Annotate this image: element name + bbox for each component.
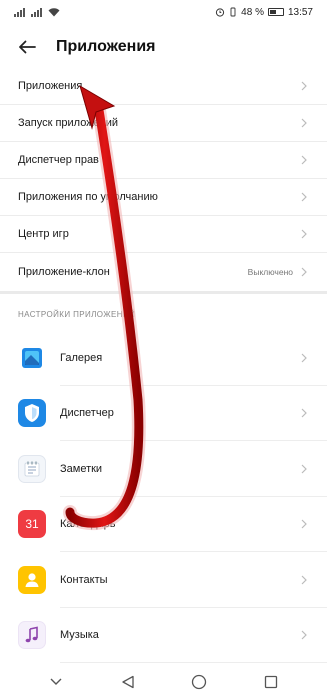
nav-home-button[interactable] <box>189 672 209 692</box>
app-row-calendar[interactable]: 31 Календарь <box>0 497 327 553</box>
nav-back-button[interactable] <box>118 672 138 692</box>
nav-recents-button[interactable] <box>261 672 281 692</box>
music-icon <box>18 621 46 650</box>
app-row-contacts[interactable]: Контакты <box>0 552 327 608</box>
apps-list: Галерея Диспетчер Заметки 31 Календарь К… <box>0 330 327 663</box>
status-right: 48 % 13:57 <box>215 7 313 18</box>
app-row-music[interactable]: Музыка <box>0 608 327 664</box>
app-label: Календарь <box>60 518 116 531</box>
settings-list: Приложения Запуск приложений Диспетчер п… <box>0 68 327 290</box>
app-label: Музыка <box>60 629 99 642</box>
gallery-icon <box>18 343 46 372</box>
square-recents-icon <box>264 675 278 689</box>
app-row-gallery[interactable]: Галерея <box>0 330 327 386</box>
row-label: Приложения по умолчанию <box>18 191 158 203</box>
chevron-right-icon <box>299 155 309 165</box>
chevron-right-icon <box>299 229 309 239</box>
triangle-back-icon <box>121 675 134 689</box>
chevron-right-icon <box>299 519 309 529</box>
calendar-icon: 31 <box>18 510 46 539</box>
shield-icon <box>18 399 46 428</box>
section-divider <box>0 291 327 294</box>
app-label: Галерея <box>60 351 103 364</box>
vibrate-icon <box>230 7 236 17</box>
chevron-right-icon <box>299 192 309 202</box>
settings-row-app-twin[interactable]: Приложение-клон Выключено <box>0 253 327 290</box>
hide-nav-button[interactable] <box>46 672 66 692</box>
app-label: Контакты <box>60 573 108 586</box>
settings-row-game-center[interactable]: Центр игр <box>0 216 327 253</box>
chevron-right-icon <box>299 81 309 91</box>
chevron-down-icon <box>50 678 62 685</box>
back-button[interactable] <box>16 36 38 58</box>
row-label: Приложение-клон <box>18 265 110 278</box>
row-value: Выключено <box>247 266 293 277</box>
signal-icon-2 <box>31 7 42 17</box>
status-bar: 48 % 13:57 <box>0 0 327 24</box>
app-label: Диспетчер <box>60 407 114 420</box>
battery-percent: 48 % <box>241 6 264 18</box>
page-title: Приложения <box>56 38 156 55</box>
settings-row-apps[interactable]: Приложения <box>0 68 327 105</box>
row-label: Диспетчер прав <box>18 154 99 166</box>
row-label: Центр игр <box>18 228 69 240</box>
calendar-icon-day: 31 <box>25 517 39 532</box>
app-row-notes[interactable]: Заметки <box>0 441 327 497</box>
row-label: Приложения <box>18 80 83 92</box>
settings-row-default-apps[interactable]: Приложения по умолчанию <box>0 179 327 216</box>
app-row-manager[interactable]: Диспетчер <box>0 386 327 442</box>
status-left <box>14 7 60 17</box>
signal-icon <box>14 7 25 17</box>
chevron-right-icon <box>299 118 309 128</box>
row-label: Запуск приложений <box>18 117 119 129</box>
chevron-right-icon <box>299 267 309 277</box>
clock: 13:57 <box>287 6 313 18</box>
circle-home-icon <box>192 674 207 690</box>
chevron-right-icon <box>299 575 309 585</box>
arrow-left-icon <box>19 40 36 54</box>
app-header: Приложения <box>0 24 327 70</box>
chevron-right-icon <box>299 464 309 474</box>
notes-icon <box>18 454 46 483</box>
chevron-right-icon <box>299 630 309 640</box>
contact-icon <box>18 565 46 594</box>
settings-row-launch[interactable]: Запуск приложений <box>0 105 327 142</box>
settings-row-permissions[interactable]: Диспетчер прав <box>0 142 327 179</box>
wifi-icon <box>48 7 60 16</box>
system-nav-bar <box>0 664 327 700</box>
section-title: НАСТРОЙКИ ПРИЛОЖЕНИЙ <box>18 310 136 319</box>
app-label: Заметки <box>60 462 103 475</box>
battery-icon <box>267 8 284 16</box>
chevron-right-icon <box>299 353 309 363</box>
alarm-icon <box>216 8 225 17</box>
chevron-right-icon <box>299 408 309 418</box>
